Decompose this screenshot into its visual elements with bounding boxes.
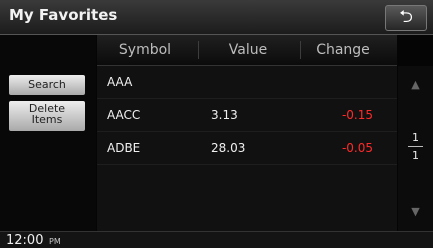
table-row[interactable]: ADBE 28.03 -0.05 (97, 132, 397, 165)
table-row[interactable]: AAA (97, 66, 397, 99)
title-bar: My Favorites ⮌ (0, 0, 433, 35)
change-cell: -0.05 (341, 141, 373, 155)
page-title: My Favorites (9, 6, 118, 24)
page-divider (408, 146, 423, 147)
scroll-down-icon: ▼ (411, 205, 420, 218)
favorites-list: AAA AACC 3.13 -0.15 ADBE 28.03 -0.05 (97, 66, 397, 231)
symbol-cell: AAA (107, 75, 133, 89)
change-cell: -0.15 (341, 108, 373, 122)
table-header: Symbol Value Change (97, 35, 397, 66)
value-cell: 3.13 (211, 108, 238, 122)
page-current: 1 (412, 131, 419, 144)
symbol-cell: AACC (107, 108, 141, 122)
scrollbar[interactable]: ▲ 1 1 ▼ (398, 66, 433, 231)
search-button[interactable]: Search (9, 75, 85, 95)
clock-ampm: PM (49, 237, 61, 246)
scroll-up-button[interactable]: ▲ (404, 70, 427, 100)
column-header-change: Change (316, 42, 370, 58)
favorites-screen: My Favorites ⮌ Symbol Value Change Searc… (0, 0, 433, 248)
status-bar: 12:00 PM (0, 231, 433, 248)
back-button[interactable]: ⮌ (385, 5, 427, 31)
page-total: 1 (412, 149, 419, 162)
scroll-up-icon: ▲ (411, 78, 420, 91)
delete-items-button[interactable]: Delete Items (9, 101, 85, 131)
symbol-cell: ADBE (107, 141, 141, 155)
clock-time: 12:00 (6, 233, 44, 248)
column-header-value: Value (228, 42, 268, 58)
table-row[interactable]: AACC 3.13 -0.15 (97, 99, 397, 132)
value-cell: 28.03 (211, 141, 246, 155)
return-arrow-icon: ⮌ (399, 7, 413, 27)
scroll-down-button[interactable]: ▼ (404, 197, 427, 227)
column-header-symbol: Symbol (118, 42, 172, 58)
sidebar: Search Delete Items (0, 35, 96, 231)
